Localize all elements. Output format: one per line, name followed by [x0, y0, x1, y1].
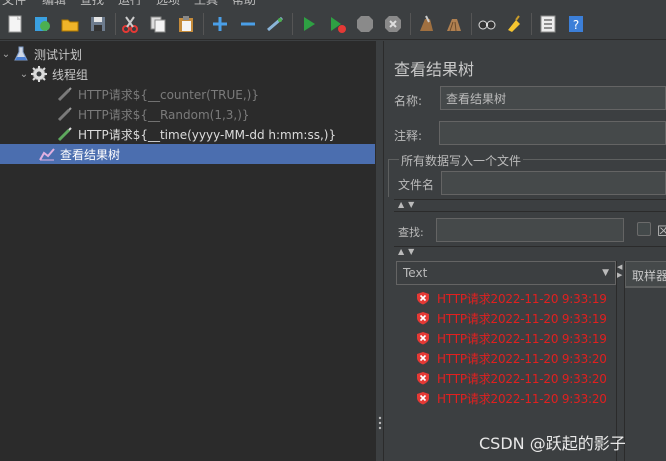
list-item[interactable]: HTTP请求2022-11-20 9:33:20	[416, 348, 607, 368]
error-shield-icon	[417, 372, 429, 385]
name-field[interactable]: 查看结果树	[440, 86, 666, 110]
paste-icon[interactable]	[175, 13, 197, 35]
open-icon[interactable]	[59, 13, 81, 35]
error-shield-icon	[417, 392, 429, 405]
tree-node-label: HTTP请求${__time(yyyy-MM-dd h:mm:ss,)}	[78, 127, 337, 142]
tree-node-label: HTTP请求${__counter(TRUE,)}	[78, 87, 259, 102]
cut-icon[interactable]	[119, 13, 141, 35]
page-title: 查看结果树	[394, 60, 475, 79]
tree-node-label: 查看结果树	[60, 147, 121, 162]
pipette-icon	[56, 105, 74, 123]
details-tabs: 取样器	[624, 261, 666, 461]
tree-node-label: 线程组	[52, 67, 89, 82]
list-item[interactable]: HTTP请求2022-11-20 9:33:20	[416, 368, 607, 388]
name-label: 名称:	[394, 94, 423, 108]
chevron-down-icon: ▼	[602, 268, 609, 278]
tree-node-thread-group[interactable]: ⌄ 线程组	[18, 64, 88, 84]
collapse-arrows-icon[interactable]: ▲▼	[398, 200, 418, 209]
error-shield-icon	[417, 312, 429, 325]
help-icon[interactable]: ?	[565, 13, 587, 35]
toggle-icon[interactable]	[264, 13, 286, 35]
collapse-arrows-icon[interactable]: ▲▼	[398, 247, 418, 256]
view-results-tree-panel: 查看结果树 名称: 查看结果树 注释: 所有数据写入一个文件 文件名 ▲▼ 查找…	[384, 41, 666, 461]
expand-icon[interactable]	[209, 13, 231, 35]
tree-splitter[interactable]	[375, 41, 384, 461]
save-icon[interactable]	[87, 13, 109, 35]
gear-icon	[30, 65, 48, 83]
write-to-file-group-title: 所有数据写入一个文件	[399, 152, 524, 169]
result-label: HTTP请求2022-11-20 9:33:20	[437, 371, 607, 386]
comment-label: 注释:	[394, 129, 423, 143]
tree-node-http-counter[interactable]: HTTP请求${__counter(TRUE,)}	[56, 84, 259, 104]
drag-handle-icon[interactable]	[378, 416, 382, 430]
filename-field[interactable]	[441, 171, 666, 195]
filename-label: 文件名	[398, 178, 435, 192]
result-label: HTTP请求2022-11-20 9:33:19	[437, 291, 607, 306]
function-helper-icon[interactable]	[537, 13, 559, 35]
list-item[interactable]: HTTP请求2022-11-20 9:33:19	[416, 308, 607, 328]
search-field[interactable]	[436, 218, 624, 242]
chevron-down-icon[interactable]: ⌄	[0, 49, 12, 60]
result-label: HTTP请求2022-11-20 9:33:19	[437, 311, 607, 326]
result-label: HTTP请求2022-11-20 9:33:19	[437, 331, 607, 346]
clear-icon[interactable]	[415, 13, 437, 35]
checkbox-label: 区	[657, 224, 666, 238]
case-sensitive-checkbox[interactable]	[637, 222, 651, 236]
svg-text:?: ?	[573, 18, 579, 32]
group-border-left	[388, 159, 389, 197]
stop-icon[interactable]	[354, 13, 376, 35]
renderer-select-value: Text	[403, 266, 428, 280]
renderer-select[interactable]: Text ▼	[396, 261, 616, 285]
reset-search-icon[interactable]	[503, 13, 525, 35]
collapse-arrows-icon[interactable]: ◀ ▶	[617, 263, 622, 279]
templates-icon[interactable]	[31, 13, 53, 35]
tree-node-view-results-tree[interactable]: 查看结果树	[0, 144, 375, 164]
tree-node-test-plan[interactable]: ⌄ 测试计划	[0, 44, 82, 64]
result-label: HTTP请求2022-11-20 9:33:20	[437, 391, 607, 406]
chevron-down-icon[interactable]: ⌄	[18, 69, 30, 80]
error-shield-icon	[417, 292, 429, 305]
result-label: HTTP请求2022-11-20 9:33:20	[437, 351, 607, 366]
pipette-icon	[56, 125, 74, 143]
flask-icon	[12, 45, 30, 63]
shutdown-icon[interactable]	[382, 13, 404, 35]
clear-all-icon[interactable]	[443, 13, 465, 35]
new-icon[interactable]	[4, 13, 26, 35]
test-plan-tree: ⌄ 测试计划 ⌄ 线程组 HTTP请求${__counter(TRUE,)} H…	[0, 41, 375, 461]
error-shield-icon	[417, 352, 429, 365]
start-icon[interactable]	[298, 13, 320, 35]
tree-node-http-time[interactable]: HTTP请求${__time(yyyy-MM-dd h:mm:ss,)}	[56, 124, 336, 144]
tree-node-http-random[interactable]: HTTP请求${__Random(1,3,)}	[56, 104, 250, 124]
search-label: 查找:	[398, 226, 424, 239]
watermark: CSDN @跃起的影子	[479, 434, 626, 453]
toolbar: ?	[0, 5, 666, 40]
collapse-icon[interactable]	[237, 13, 259, 35]
tree-node-label: 测试计划	[34, 47, 83, 62]
tab-sampler-result[interactable]: 取样器	[625, 261, 666, 287]
list-item[interactable]: HTTP请求2022-11-20 9:33:19	[416, 288, 607, 308]
list-item[interactable]: HTTP请求2022-11-20 9:33:20	[416, 388, 607, 408]
pipette-icon	[56, 85, 74, 103]
tree-node-label: HTTP请求${__Random(1,3,)}	[78, 107, 250, 122]
copy-icon[interactable]	[147, 13, 169, 35]
comment-field[interactable]	[439, 121, 666, 145]
search-icon[interactable]	[476, 13, 498, 35]
chart-icon	[38, 145, 56, 163]
error-shield-icon	[417, 332, 429, 345]
start-no-pause-icon[interactable]	[326, 13, 348, 35]
list-item[interactable]: HTTP请求2022-11-20 9:33:19	[416, 328, 607, 348]
